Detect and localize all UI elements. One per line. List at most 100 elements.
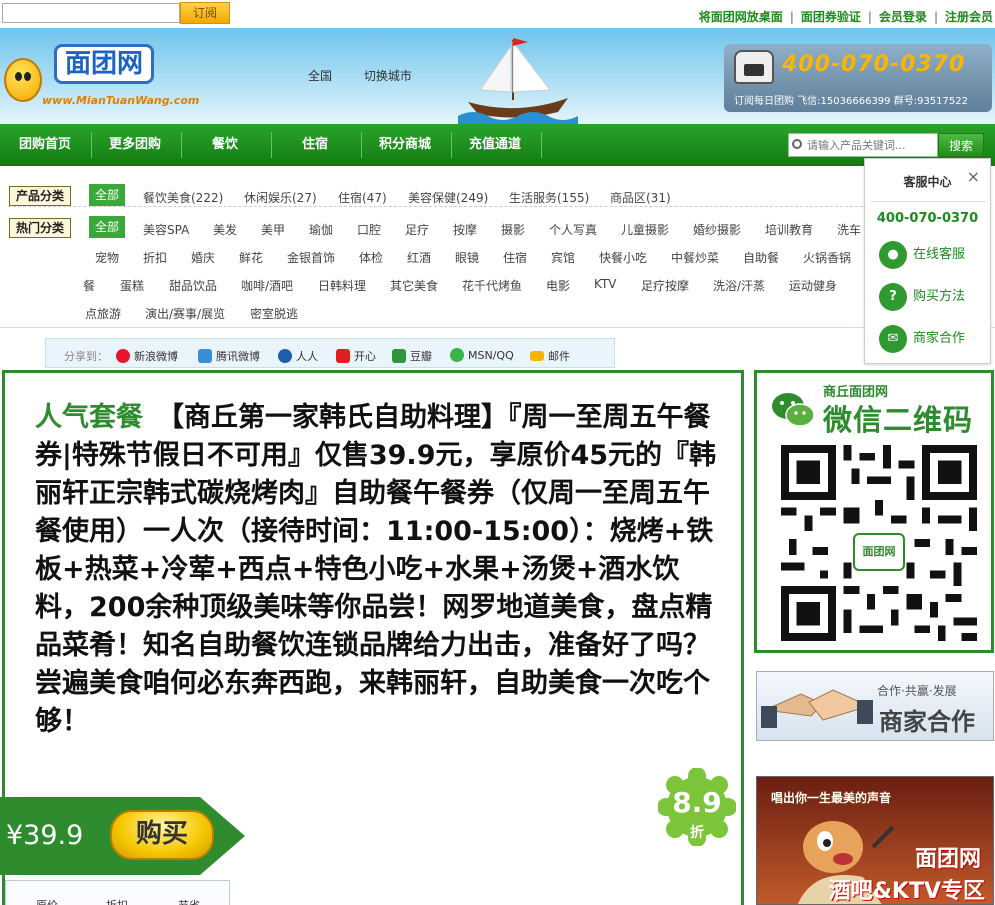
hot-category-link[interactable]: 口腔 — [357, 221, 381, 238]
product-category-link[interactable]: 餐饮美食(222) — [143, 189, 223, 206]
subscribe-email-input[interactable] — [2, 3, 180, 23]
sailing-ship-icon — [458, 38, 578, 124]
share-douban[interactable]: 豆瓣 — [392, 348, 432, 364]
hot-category-link[interactable]: 金银首饰 — [287, 249, 335, 266]
hot-category-link[interactable]: 咖啡/酒吧 — [241, 277, 293, 294]
share-label: 分享到： — [64, 350, 108, 363]
nav-lodging[interactable]: 住宿 — [272, 124, 358, 166]
online-service-button[interactable]: ● 在线客服 — [879, 241, 965, 269]
deal-description: 【商丘第一家韩氏自助料理】『周一至周五午餐券|特殊节假日不可用』仅售39.9元，… — [35, 402, 717, 737]
mascot-icon — [4, 58, 42, 102]
hot-category-link[interactable]: 演出/赛事/展览 — [145, 305, 225, 322]
subscribe-button[interactable]: 订阅 — [180, 2, 230, 24]
hot-category-link[interactable]: 折扣 — [143, 249, 167, 266]
deal-tag: 人气套餐 — [35, 402, 143, 433]
hot-category-link[interactable]: 密室脱逃 — [250, 305, 298, 322]
hot-category-link[interactable]: 红酒 — [407, 249, 431, 266]
share-msn-qq[interactable]: MSN/QQ — [450, 348, 514, 362]
hot-category-link[interactable]: 蛋糕 — [120, 277, 144, 294]
hot-category-link[interactable]: 足疗 — [405, 221, 429, 238]
nav-home[interactable]: 团购首页 — [2, 124, 88, 166]
hot-category-link[interactable]: 电影 — [546, 277, 570, 294]
search-icon — [792, 139, 802, 149]
main-nav: 团购首页 更多团购 餐饮 住宿 积分商城 充值通道 搜索 — [0, 124, 995, 166]
hot-category-link[interactable]: 中餐炒菜 — [671, 249, 719, 266]
hot-category-link[interactable]: 眼镜 — [455, 249, 479, 266]
hot-category-link[interactable]: 婚纱摄影 — [693, 221, 741, 238]
hot-category-link[interactable]: 花千代烤鱼 — [462, 277, 522, 294]
share-email[interactable]: 邮件 — [530, 348, 570, 364]
question-icon: ? — [879, 283, 907, 311]
service-phone: 400-070-0370 — [876, 211, 979, 226]
hot-category-link[interactable]: 按摩 — [453, 221, 477, 238]
hot-category-link[interactable]: 个人写真 — [549, 221, 597, 238]
nav-points-mall[interactable]: 积分商城 — [362, 124, 448, 166]
hot-category-link[interactable]: 住宿 — [503, 249, 527, 266]
hot-category-link[interactable]: 宠物 — [95, 249, 119, 266]
add-to-desktop-link[interactable]: 将面团网放桌面 — [699, 10, 783, 24]
product-category-link[interactable]: 商品区(31) — [610, 189, 671, 206]
hot-category-link[interactable]: 瑜伽 — [309, 221, 333, 238]
hot-category-link[interactable]: 摄影 — [501, 221, 525, 238]
hot-category-link[interactable]: 培训教育 — [765, 221, 813, 238]
hot-category-link[interactable]: 儿童摄影 — [621, 221, 669, 238]
product-all-button[interactable]: 全部 — [89, 184, 125, 206]
share-kaixin[interactable]: 开心 — [336, 348, 376, 364]
service-divider — [871, 201, 986, 202]
deal-title[interactable]: 人气套餐 【商丘第一家韩氏自助料理】『周一至周五午餐券|特殊节假日不可用』仅售39… — [35, 399, 725, 741]
category-divider — [8, 206, 868, 207]
category-filter: 产品分类 全部 餐饮美食(222) 休闲娱乐(27) 住宿(47) 美容保健(2… — [0, 178, 995, 328]
ktv-zone-title: 酒吧&KTV专区 — [828, 879, 985, 904]
hot-category-link[interactable]: 足疗按摩 — [641, 277, 689, 294]
hot-category-link[interactable]: 宾馆 — [551, 249, 575, 266]
hot-category-link[interactable]: 餐 — [83, 277, 95, 294]
product-category-link[interactable]: 美容保健(249) — [408, 189, 488, 206]
share-sina-weibo[interactable]: 新浪微博 — [116, 348, 178, 364]
wechat-qr-panel: 商丘面团网 微信二维码 面团网 — [754, 370, 994, 653]
ktv-zone-banner[interactable]: 唱出你一生最美的声音 面团网 酒吧&KTV专区 — [756, 776, 994, 905]
envelope-icon: ✉ — [879, 325, 907, 353]
hot-category-link[interactable]: 洗浴/汗蒸 — [713, 277, 765, 294]
hot-category-link[interactable]: 美容SPA — [143, 221, 189, 238]
switch-city-link[interactable]: 切换城市 — [364, 69, 412, 83]
discount-unit: 折 — [690, 825, 704, 841]
hot-category-link[interactable]: KTV — [594, 277, 616, 291]
product-category-link[interactable]: 住宿(47) — [338, 189, 387, 206]
merchant-cooperation-banner[interactable]: 合作·共赢·发展 商家合作 — [756, 671, 994, 741]
hot-category-link[interactable]: 美发 — [213, 221, 237, 238]
register-link[interactable]: 注册会员 — [945, 10, 993, 24]
hot-category-link[interactable]: 运动健身 — [789, 277, 837, 294]
close-icon[interactable]: × — [967, 167, 980, 186]
hot-all-button[interactable]: 全部 — [89, 216, 125, 238]
nav-recharge[interactable]: 充值通道 — [452, 124, 538, 166]
hot-category-link[interactable]: 体检 — [359, 249, 383, 266]
hot-category-link[interactable]: 快餐小吃 — [599, 249, 647, 266]
hot-category-link[interactable]: 日韩料理 — [318, 277, 366, 294]
hot-category-link[interactable]: 洗车 — [837, 221, 861, 238]
share-tencent-weibo[interactable]: 腾讯微博 — [198, 348, 260, 364]
hot-category-link[interactable]: 婚庆 — [191, 249, 215, 266]
hot-category-link[interactable]: 甜品饮品 — [169, 277, 217, 294]
search-button[interactable]: 搜索 — [938, 133, 984, 157]
purchase-help-button[interactable]: ? 购买方法 — [879, 283, 965, 311]
merchant-cooperation-button[interactable]: ✉ 商家合作 — [879, 325, 965, 353]
nav-divider — [541, 132, 542, 158]
kaixin-icon — [336, 349, 350, 363]
nav-more-deals[interactable]: 更多团购 — [92, 124, 178, 166]
buy-button[interactable]: 购买 — [110, 810, 214, 860]
hot-category-link[interactable]: 火锅香锅 — [803, 249, 851, 266]
product-category-link[interactable]: 生活服务(155) — [509, 189, 589, 206]
top-bar: 订阅 将面团网放桌面 | 面团券验证 | 会员登录 | 注册会员 — [0, 0, 995, 28]
hot-category-link[interactable]: 美甲 — [261, 221, 285, 238]
search-input[interactable] — [788, 133, 938, 157]
nav-dining[interactable]: 餐饮 — [182, 124, 268, 166]
product-category-link[interactable]: 休闲娱乐(27) — [244, 189, 317, 206]
hot-category-link[interactable]: 自助餐 — [743, 249, 779, 266]
member-login-link[interactable]: 会员登录 — [879, 10, 927, 24]
site-logo[interactable]: 面团网 www.MianTuanWang.com — [2, 40, 199, 115]
coupon-verify-link[interactable]: 面团券验证 — [801, 10, 861, 24]
hot-category-link[interactable]: 点旅游 — [85, 305, 121, 322]
share-renren[interactable]: 人人 — [278, 348, 318, 364]
hot-category-link[interactable]: 其它美食 — [390, 277, 438, 294]
hot-category-link[interactable]: 鲜花 — [239, 249, 263, 266]
